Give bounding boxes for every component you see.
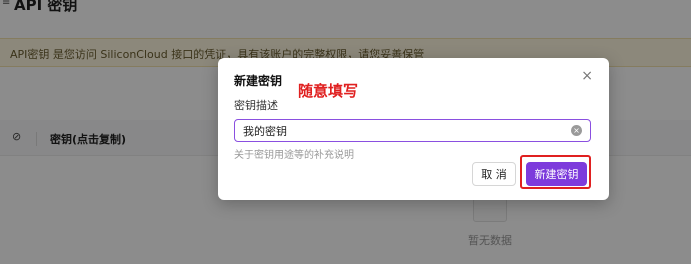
key-description-label: 密钥描述 — [234, 99, 278, 112]
key-description-input[interactable] — [243, 122, 563, 139]
key-description-field[interactable]: × — [234, 119, 591, 142]
annotation-text: 随意填写 — [298, 82, 359, 100]
cancel-button[interactable]: 取 消 — [472, 162, 516, 186]
create-key-button[interactable]: 新建密钥 — [526, 162, 587, 186]
dialog-title: 新建密钥 — [234, 74, 283, 88]
help-text: 关于密钥用途等的补充说明 — [234, 150, 354, 161]
clear-icon[interactable]: × — [571, 125, 582, 136]
create-key-dialog: 新建密钥 随意填写 × 密钥描述 × 关于密钥用途等的补充说明 取 消 新建密钥 — [218, 58, 609, 200]
close-icon[interactable]: × — [581, 69, 593, 83]
